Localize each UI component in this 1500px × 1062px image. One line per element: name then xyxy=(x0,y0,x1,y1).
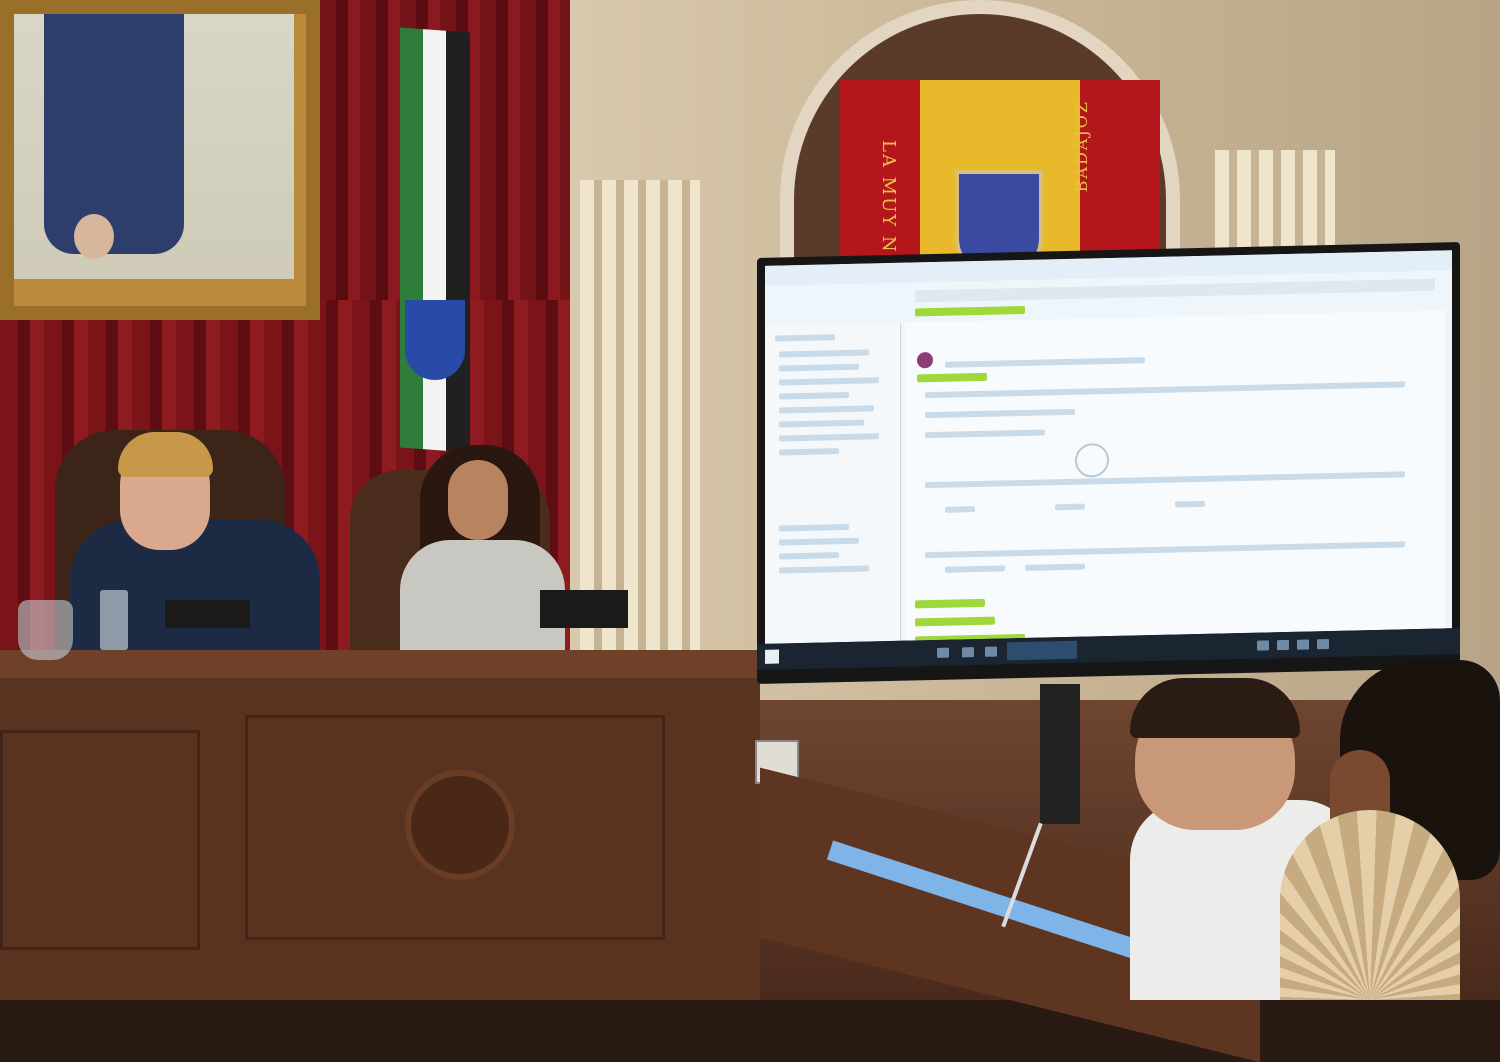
water-jug xyxy=(18,600,73,660)
desk-top-edge xyxy=(0,650,760,678)
main-green-bar xyxy=(915,616,995,627)
man-hair xyxy=(118,432,213,477)
main-line xyxy=(925,381,1405,399)
microphone-base-right xyxy=(540,590,628,628)
main-line xyxy=(1055,503,1085,511)
taskbar-app-icon xyxy=(937,647,949,658)
desk-medallion xyxy=(405,770,515,880)
screen-highlight-bar xyxy=(915,305,1025,317)
hand-fan xyxy=(1280,810,1460,1000)
portrait-hand xyxy=(74,214,114,259)
main-line xyxy=(1175,500,1205,508)
councillor-hair xyxy=(1130,678,1300,738)
windows-start-icon xyxy=(765,649,779,664)
sidebar-line xyxy=(779,552,839,560)
flag-coat-of-arms xyxy=(405,300,465,380)
main-line xyxy=(925,429,1045,439)
water-glass xyxy=(100,590,128,650)
woman-face xyxy=(448,460,508,540)
banner-text-left: LA MUY N xyxy=(878,140,899,254)
tray-icon xyxy=(1277,639,1289,651)
taskbar-app-icon xyxy=(962,647,974,658)
banner-text-right: BADAJOZ xyxy=(1072,100,1091,193)
tray-icon xyxy=(1297,639,1309,650)
tray-icon xyxy=(1317,639,1329,650)
logo-green-bar xyxy=(917,372,987,383)
sidebar-line xyxy=(779,419,864,428)
sidebar-line xyxy=(779,523,849,532)
sidebar-line xyxy=(779,433,879,442)
main-line xyxy=(945,506,975,513)
screen-toolbar xyxy=(915,278,1435,303)
screen-sidebar xyxy=(765,322,901,644)
desk-panel-left xyxy=(0,730,200,950)
sidebar-line xyxy=(779,377,879,386)
screen-main-panel xyxy=(905,310,1445,644)
main-line xyxy=(925,541,1405,559)
main-line xyxy=(1025,563,1085,571)
portrait-frame xyxy=(0,0,320,320)
fluted-pilaster xyxy=(580,180,700,650)
monitor-screen xyxy=(765,250,1452,644)
tray-icon xyxy=(1257,640,1269,651)
sidebar-line xyxy=(779,391,849,400)
sidebar-line xyxy=(779,363,859,372)
portrait-canvas xyxy=(14,14,294,279)
microphone-base-left xyxy=(165,600,250,628)
sidebar-line xyxy=(779,448,839,456)
extremadura-flag xyxy=(400,27,470,453)
sidebar-line xyxy=(779,349,869,358)
taskbar-app-icon xyxy=(985,646,997,657)
sidebar-line xyxy=(775,334,835,342)
sidebar-line xyxy=(779,405,874,414)
sidebar-line xyxy=(779,537,859,546)
portrait-figure xyxy=(44,14,184,254)
main-green-bar xyxy=(915,598,985,609)
presentation-monitor xyxy=(757,242,1460,684)
sidebar-line xyxy=(779,565,869,574)
main-line xyxy=(925,408,1075,419)
main-line xyxy=(945,357,1145,368)
taskbar-active-window xyxy=(1007,640,1077,661)
main-line xyxy=(945,565,1005,573)
main-line xyxy=(925,471,1405,489)
monitor-stand xyxy=(1040,684,1080,824)
